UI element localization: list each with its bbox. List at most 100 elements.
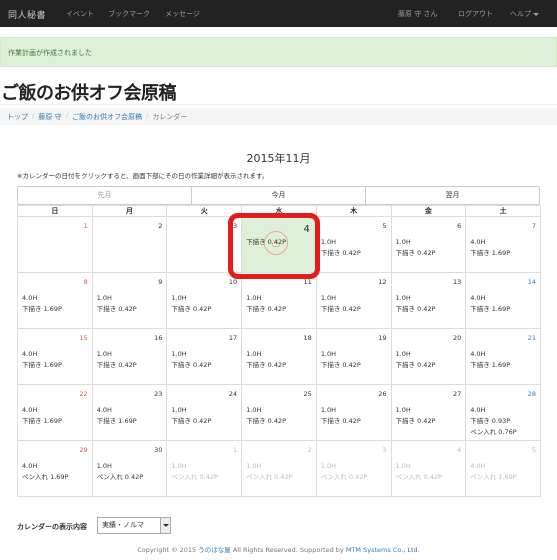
- calendar-day-cell[interactable]: 26 1.0H 下描き 0.42P: [315, 384, 392, 441]
- breadcrumb-separator: /: [145, 112, 149, 120]
- work-plan-line: 下描き 0.42P: [96, 361, 137, 369]
- work-plan-line: 下描き 0.93P: [470, 417, 511, 425]
- work-plan-line: 1.0H: [171, 294, 187, 302]
- display-content-select[interactable]: 実績・ノルマ: [97, 517, 171, 534]
- weekday-fri: 金: [390, 205, 467, 217]
- day-number: 24: [228, 390, 238, 398]
- calendar-day-cell[interactable]: 11 1.0H 下描き 0.42P: [241, 272, 317, 329]
- day-work-plan: 1.0H 下描き 0.42P: [396, 349, 436, 371]
- work-plan-line: 1.0H: [320, 462, 337, 470]
- day-work-plan: 1.0H 下描き 0.42P: [321, 237, 361, 259]
- work-plan-line: 下描き 1.69P: [96, 417, 137, 425]
- footer-support-text: All Rights Reserved. Supported by: [230, 546, 346, 554]
- day-number: 27: [452, 390, 462, 398]
- calendar-day-cell[interactable]: 4 1.0H ペン入れ 0.42P: [390, 440, 467, 497]
- day-number: 4: [303, 224, 310, 235]
- calendar-day-cell[interactable]: 1: [17, 216, 93, 273]
- day-work-plan: 1.0H 下描き 0.42P: [396, 293, 436, 315]
- prev-month-button[interactable]: 先月: [18, 187, 192, 204]
- calendar-day-cell[interactable]: 16 1.0H 下描き 0.42P: [91, 328, 168, 385]
- work-plan-line: 下描き 0.42P: [171, 361, 212, 369]
- calendar-day-cell[interactable]: 13 1.0H 下描き 0.42P: [390, 272, 467, 329]
- day-number: 16: [154, 334, 163, 342]
- next-month-button[interactable]: 翌月: [366, 187, 539, 204]
- day-work-plan: 1.0H 下描き 0.42P: [171, 293, 211, 315]
- day-work-plan: 1.0H 下描き 0.42P: [97, 293, 137, 315]
- calendar-day-cell[interactable]: 3: [166, 216, 243, 273]
- day-number: 8: [83, 278, 88, 286]
- calendar-day-cell[interactable]: 2: [91, 216, 168, 273]
- day-work-plan: 1.0H ペン入れ 0.42P: [246, 461, 292, 483]
- footer-sponsor-link[interactable]: MTM Systems Co., Ltd.: [346, 546, 420, 554]
- nav-help-dropdown[interactable]: ヘルプ: [510, 9, 539, 19]
- calendar-day-cell[interactable]: 22 4.0H 下描き 1.69P: [17, 384, 93, 441]
- nav-link-events[interactable]: イベント: [66, 9, 94, 19]
- calendar-day-cell[interactable]: 23 4.0H 下描き 1.69P: [91, 384, 168, 441]
- display-content-value: 実績・ノルマ: [102, 521, 144, 529]
- calendar-day-cell[interactable]: 5 4.0H ペン入れ 1.69P: [465, 440, 541, 497]
- breadcrumb-current: カレンダー: [152, 113, 188, 121]
- nav-logout[interactable]: ログアウト: [458, 9, 493, 19]
- day-work-plan: 1.0H 下描き 0.42P: [246, 349, 286, 371]
- calendar-week-row: 8 4.0H 下描き 1.69P 9 1.0H 下描き 0.42P 10 1.0H 下描き 0.…: [17, 272, 541, 329]
- day-number: 5: [531, 446, 536, 454]
- nav-link-messages[interactable]: メッセージ: [165, 9, 200, 19]
- calendar-day-cell[interactable]: 21 4.0H 下描き 1.69P: [465, 328, 541, 385]
- calendar-day-cell[interactable]: 14 4.0H 下描き 1.69P: [465, 272, 541, 329]
- work-plan-line: 4.0H: [22, 406, 38, 414]
- calendar-day-cell[interactable]: 27 1.0H 下描き 0.42P: [390, 384, 467, 441]
- calendar-day-cell[interactable]: 7 4.0H 下描き 1.69P: [465, 216, 541, 273]
- weekday-thu: 木: [315, 205, 392, 217]
- weekday-sat: 土: [465, 205, 541, 217]
- calendar-day-cell[interactable]: 29 4.0H ペン入れ 1.69P: [17, 440, 93, 497]
- work-plan-line: 1.0H: [246, 350, 262, 358]
- calendar-day-cell[interactable]: 30 1.0H ペン入れ 0.42P: [91, 440, 168, 497]
- calendar-day-cell[interactable]: 5 1.0H 下描き 0.42P: [315, 216, 392, 273]
- footer-org-link[interactable]: うのはな屋: [198, 546, 231, 554]
- day-number: 15: [79, 334, 88, 342]
- calendar-day-cell[interactable]: 8 4.0H 下描き 1.69P: [17, 272, 93, 329]
- day-number: 3: [232, 222, 238, 230]
- day-work-plan: 1.0H ペン入れ 0.42P: [321, 461, 367, 483]
- day-work-plan: 1.0H ペン入れ 0.42P: [396, 461, 442, 483]
- day-work-plan: 4.0H 下描き 1.69P: [22, 293, 62, 315]
- calendar-day-cell[interactable]: 9 1.0H 下描き 0.42P: [91, 272, 168, 329]
- current-month-button[interactable]: 今月: [192, 187, 366, 204]
- brand-logo[interactable]: 同人秘書: [8, 8, 46, 21]
- work-plan-line: ペン入れ 0.42P: [96, 473, 144, 481]
- day-number: 11: [303, 278, 312, 286]
- work-plan-line: 4.0H: [96, 406, 112, 414]
- work-plan-line: 4.0H: [470, 406, 486, 414]
- calendar-day-cell[interactable]: 15 4.0H 下描き 1.69P: [17, 328, 93, 385]
- nav-link-bookmarks[interactable]: ブックマーク: [108, 9, 150, 19]
- calendar-day-cell[interactable]: 19 1.0H 下描き 0.42P: [315, 328, 392, 385]
- day-work-plan: 1.0H 下描き 0.42P: [396, 405, 436, 427]
- weekday-header-row: 日 月 火 水 木 金 土: [17, 205, 541, 217]
- day-number: 7: [531, 222, 536, 230]
- calendar-day-cell[interactable]: 4 ♨ 下描き 0.42P: [241, 216, 317, 273]
- work-plan-line: 1.0H: [246, 294, 262, 302]
- work-plan-line: 1.0H: [171, 350, 187, 358]
- breadcrumb-user[interactable]: 藤原 守: [38, 112, 61, 121]
- calendar-day-cell[interactable]: 17 1.0H 下描き 0.42P: [166, 328, 243, 385]
- nav-user-name[interactable]: 藤原 守 さん: [398, 9, 437, 19]
- calendar-day-cell[interactable]: 20 1.0H 下描き 0.42P: [390, 328, 467, 385]
- day-number: 13: [452, 278, 462, 286]
- work-plan-line: 1.0H: [320, 406, 337, 414]
- calendar-day-cell[interactable]: 1 1.0H ペン入れ 0.42P: [166, 440, 243, 497]
- calendar-day-cell[interactable]: 25 1.0H 下描き 0.42P: [241, 384, 317, 441]
- work-plan-line: ペン入れ 0.42P: [171, 473, 218, 481]
- calendar-day-cell[interactable]: 12 1.0H 下描き 0.42P: [315, 272, 392, 329]
- calendar-day-cell[interactable]: 24 1.0H 下描き 0.42P: [166, 384, 243, 441]
- calendar-day-cell[interactable]: 28 4.0H 下描き 0.93P ペン入れ 0.76P: [465, 384, 541, 441]
- calendar-day-cell[interactable]: 6 1.0H 下描き 0.42P: [390, 216, 467, 273]
- work-plan-line: 下描き 0.42P: [246, 361, 287, 369]
- day-work-plan: 1.0H 下描き 0.42P: [171, 405, 211, 427]
- calendar-day-cell[interactable]: 3 1.0H ペン入れ 0.42P: [315, 440, 392, 497]
- day-work-plan: 4.0H ペン入れ 1.69P: [22, 461, 68, 483]
- calendar-day-cell[interactable]: 2 1.0H ペン入れ 0.42P: [241, 440, 317, 497]
- calendar-day-cell[interactable]: 18 1.0H 下描き 0.42P: [241, 328, 317, 385]
- breadcrumb-top[interactable]: トップ: [7, 112, 28, 121]
- breadcrumb-project[interactable]: ご飯のお供オフ会原稿: [72, 112, 142, 121]
- calendar-day-cell[interactable]: 10 1.0H 下描き 0.42P: [166, 272, 243, 329]
